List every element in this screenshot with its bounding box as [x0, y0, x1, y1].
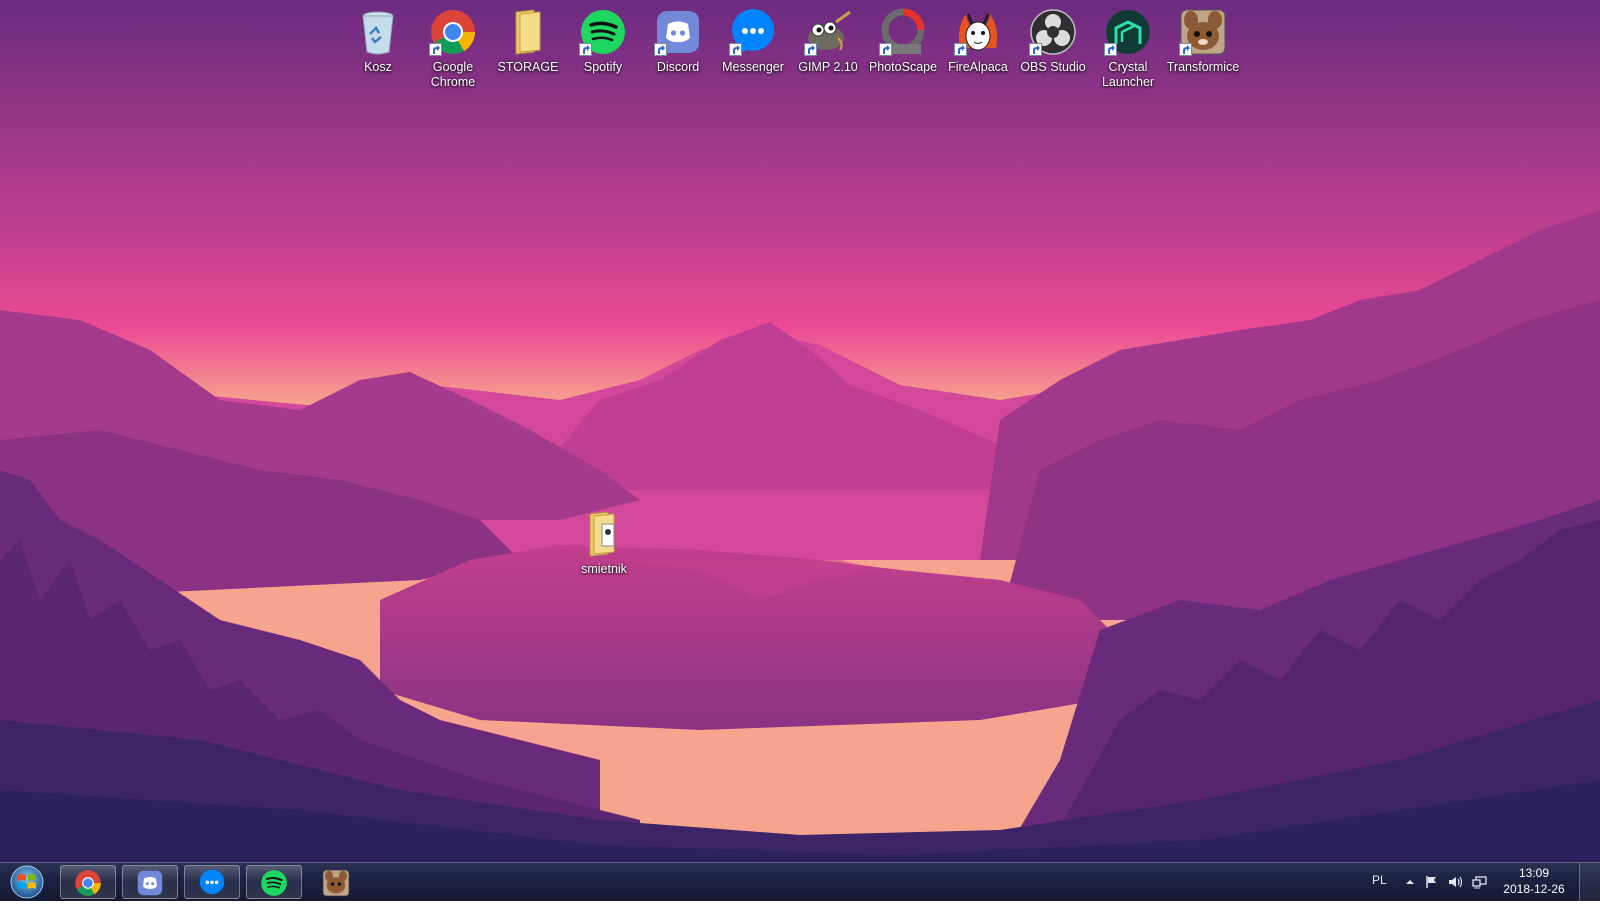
desktop-icon-firealpaca[interactable]: FireAlpaca	[940, 8, 1016, 75]
desktop-icon-crystal-launcher[interactable]: Crystal Launcher	[1090, 8, 1166, 90]
desktop-icon-gimp[interactable]: GIMP 2.10	[790, 8, 866, 75]
windows-logo-icon	[10, 865, 44, 899]
firealpaca-icon	[954, 8, 1002, 56]
network-monitor-icon[interactable]	[1472, 875, 1488, 889]
taskbar-button-transformice[interactable]	[308, 865, 364, 899]
desktop-icon-label: smietnik	[581, 562, 627, 576]
desktop-icon-label: Crystal Launcher	[1101, 60, 1155, 89]
taskbar-button-discord[interactable]	[122, 865, 178, 899]
messenger-icon	[729, 8, 777, 56]
desktop-icon-label: FireAlpaca	[948, 60, 1008, 74]
taskbar-button-spotify[interactable]	[246, 865, 302, 899]
shortcut-arrow-icon	[429, 43, 442, 56]
start-button[interactable]	[4, 864, 50, 900]
shortcut-arrow-icon	[879, 43, 892, 56]
shortcut-arrow-icon	[729, 43, 742, 56]
shortcut-arrow-icon	[1179, 43, 1192, 56]
system-clock[interactable]: 13:09 2018-12-26	[1498, 865, 1570, 897]
desktop-icon-label: OBS Studio	[1020, 60, 1086, 74]
desktop[interactable]: Kosz Google Chrome STORAGE Spotify Disco…	[0, 0, 1600, 862]
desktop-icon-storage[interactable]: STORAGE	[490, 8, 566, 75]
shortcut-arrow-icon	[654, 43, 667, 56]
desktop-icon-label: GIMP 2.10	[798, 60, 858, 74]
desktop-icons: Kosz Google Chrome STORAGE Spotify Disco…	[0, 8, 1600, 108]
desktop-icon-google-chrome[interactable]: Google Chrome	[415, 8, 491, 90]
desktop-icon-label: STORAGE	[497, 60, 559, 74]
desktop-icon-transformice[interactable]: Transformice	[1165, 8, 1241, 75]
recycle-bin-icon	[354, 8, 402, 56]
show-hidden-icons-chevron-up-icon[interactable]	[1402, 875, 1418, 889]
wallpaper-landscape	[0, 0, 1600, 862]
discord-icon	[654, 8, 702, 56]
shortcut-arrow-icon	[1104, 43, 1117, 56]
photoscape-icon	[879, 8, 927, 56]
desktop-icon-smietnik[interactable]: smietnik	[566, 510, 642, 577]
desktop-icon-messenger[interactable]: Messenger	[715, 8, 791, 75]
show-desktop-button[interactable]	[1579, 863, 1600, 901]
clock-time: 13:09	[1518, 866, 1550, 880]
volume-speaker-icon[interactable]	[1448, 875, 1464, 889]
obs-icon	[1029, 8, 1077, 56]
desktop-icon-discord[interactable]: Discord	[640, 8, 716, 75]
desktop-icon-spotify[interactable]: Spotify	[565, 8, 641, 75]
transformice-icon	[321, 869, 351, 897]
clock-date: 2018-12-26	[1503, 882, 1565, 896]
action-center-flag-icon[interactable]	[1424, 875, 1440, 889]
desktop-icon-label: PhotoScape	[868, 60, 938, 74]
folder-icon	[504, 8, 552, 56]
desktop-icon-label: Kosz	[364, 60, 392, 74]
discord-icon	[135, 869, 165, 897]
chrome-icon	[429, 8, 477, 56]
taskbar: PL 13:09 2018-12-26	[0, 862, 1600, 901]
taskbar-button-chrome[interactable]	[60, 865, 116, 899]
desktop-icon-label: Messenger	[722, 60, 784, 74]
spotify-icon	[579, 8, 627, 56]
shortcut-arrow-icon	[804, 43, 817, 56]
desktop-icon-label: Spotify	[583, 60, 623, 74]
desktop-icon-photoscape[interactable]: PhotoScape	[865, 8, 941, 75]
crystal-launcher-icon	[1104, 8, 1152, 56]
folder-icon	[580, 510, 628, 558]
messenger-icon	[197, 869, 227, 897]
desktop-icon-label: Google Chrome	[430, 60, 476, 89]
shortcut-arrow-icon	[1029, 43, 1042, 56]
desktop-icon-label: Transformice	[1166, 60, 1240, 74]
taskbar-button-messenger[interactable]	[184, 865, 240, 899]
spotify-icon	[259, 869, 289, 897]
transformice-icon	[1179, 8, 1227, 56]
desktop-icon-recycle-bin[interactable]: Kosz	[340, 8, 416, 75]
gimp-icon	[804, 8, 852, 56]
chrome-icon	[73, 869, 103, 897]
desktop-icon-obs-studio[interactable]: OBS Studio	[1015, 8, 1091, 75]
desktop-icon-label: Discord	[656, 60, 700, 74]
shortcut-arrow-icon	[954, 43, 967, 56]
shortcut-arrow-icon	[579, 43, 592, 56]
language-indicator[interactable]: PL	[1372, 873, 1387, 887]
